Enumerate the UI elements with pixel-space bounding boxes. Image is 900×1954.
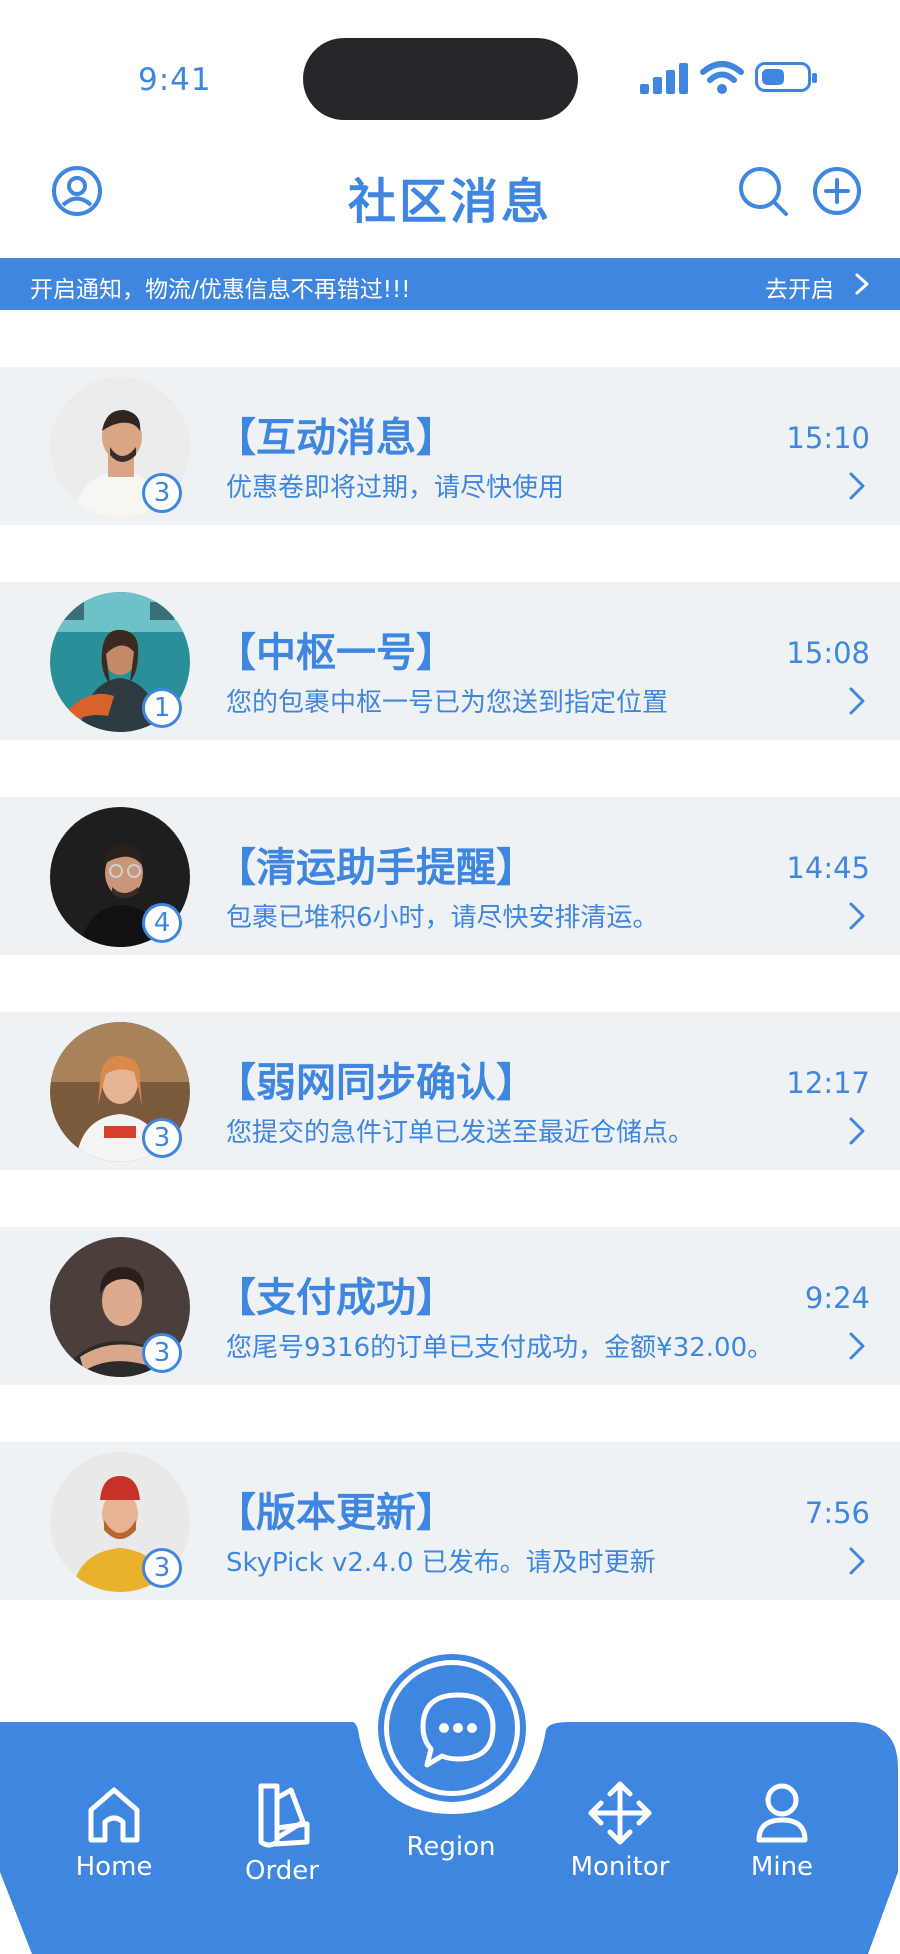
tab-label: Mine (750, 1852, 814, 1882)
message-time: 7:56 (804, 1496, 870, 1530)
unread-badge: 3 (142, 1548, 182, 1588)
status-time: 9:41 (138, 62, 212, 98)
wifi-icon (700, 61, 744, 94)
message-time: 9:24 (804, 1281, 870, 1315)
tab-label: Home (75, 1852, 153, 1882)
home-icon (88, 1787, 140, 1843)
unread-badge: 3 (142, 1118, 182, 1158)
tab-order[interactable]: Order (236, 1778, 328, 1886)
tab-monitor[interactable]: Monitor (565, 1778, 675, 1882)
tab-home[interactable]: Home (70, 1778, 158, 1882)
chevron-right-icon (849, 1547, 865, 1575)
chevron-right-icon (849, 1117, 865, 1145)
tab-label: Region (406, 1832, 496, 1862)
unread-badge: 4 (142, 903, 182, 943)
message-preview: 您提交的急件订单已发送至最近仓储点。 (226, 1118, 695, 1148)
message-item-interaction[interactable]: 3 【互动消息】 优惠卷即将过期，请尽快使用 15:10 (0, 367, 900, 525)
message-time: 15:08 (786, 636, 870, 670)
message-title: 【弱网同步确认】 (216, 1060, 536, 1106)
message-time: 12:17 (786, 1066, 870, 1100)
order-swatch-icon (258, 1783, 310, 1848)
dynamic-island (303, 38, 578, 120)
message-item-version-update[interactable]: 3 【版本更新】 SkyPick v2.4.0 已发布。请及时更新 7:56 (0, 1442, 900, 1600)
enable-notification-link[interactable]: 去开启 (765, 270, 834, 304)
tab-label: Monitor (570, 1852, 670, 1882)
message-preview: 您尾号9316的订单已支付成功，金额¥32.00。 (226, 1333, 774, 1363)
person-icon (756, 1783, 808, 1843)
message-item-cleanup-reminder[interactable]: 4 【清运助手提醒】 包裹已堆积6小时，请尽快安排清运。 14:45 (0, 797, 900, 955)
chevron-right-icon (849, 472, 865, 500)
tab-label: Order (245, 1856, 319, 1886)
message-title: 【版本更新】 (216, 1490, 456, 1536)
message-title: 【互动消息】 (216, 415, 456, 461)
message-item-hub[interactable]: 1 【中枢一号】 您的包裹中枢一号已为您送到指定位置 15:08 (0, 582, 900, 740)
chat-bubble-icon (420, 1692, 496, 1768)
notification-message: 开启通知，物流/优惠信息不再错过!!! (30, 277, 411, 303)
message-title: 【清运助手提醒】 (216, 845, 536, 891)
chevron-right-icon (849, 902, 865, 930)
tab-mine[interactable]: Mine (740, 1778, 824, 1882)
tab-region[interactable]: Region (396, 1832, 506, 1862)
message-time: 15:10 (786, 421, 870, 455)
message-preview: 您的包裹中枢一号已为您送到指定位置 (226, 688, 669, 718)
region-tab-button[interactable] (372, 1648, 532, 1808)
chevron-right-icon (849, 1332, 865, 1360)
search-icon[interactable] (736, 164, 790, 218)
cellular-signal-icon (640, 60, 692, 94)
message-item-payment-success[interactable]: 3 【支付成功】 您尾号9316的订单已支付成功，金额¥32.00。 9:24 (0, 1227, 900, 1385)
message-preview: SkyPick v2.4.0 已发布。请及时更新 (226, 1548, 656, 1578)
unread-badge: 3 (142, 473, 182, 513)
message-time: 14:45 (786, 851, 870, 885)
message-preview: 优惠卷即将过期，请尽快使用 (226, 473, 565, 503)
header: 社区消息 (0, 150, 900, 230)
add-icon[interactable] (810, 164, 864, 218)
unread-badge: 1 (142, 688, 182, 728)
status-bar: 9:41 (0, 0, 900, 130)
notification-banner[interactable]: 开启通知，物流/优惠信息不再错过!!! 去开启 (0, 258, 900, 310)
chevron-right-icon (849, 687, 865, 715)
battery-icon (755, 62, 817, 92)
move-icon (588, 1781, 652, 1845)
message-item-weak-network-sync[interactable]: 3 【弱网同步确认】 您提交的急件订单已发送至最近仓储点。 12:17 (0, 1012, 900, 1170)
unread-badge: 3 (142, 1333, 182, 1373)
message-title: 【中枢一号】 (216, 630, 456, 676)
message-title: 【支付成功】 (216, 1275, 456, 1321)
message-preview: 包裹已堆积6小时，请尽快安排清运。 (226, 903, 659, 933)
chevron-right-icon (855, 273, 869, 295)
